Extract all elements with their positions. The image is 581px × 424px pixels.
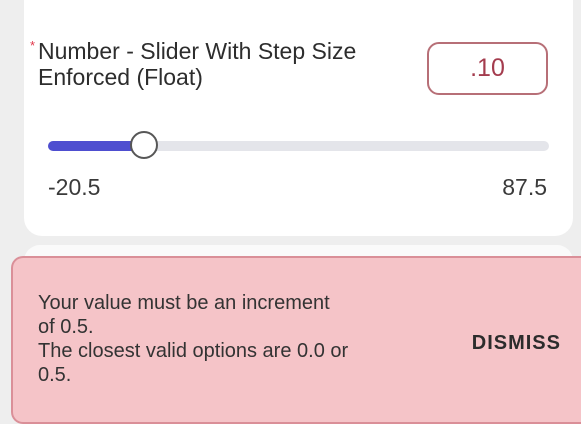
snackbar-message-line: 0.5. xyxy=(38,364,72,386)
field-label: Number - Slider With Step Size Enforced … xyxy=(38,38,357,90)
slider-value-text: .10 xyxy=(470,54,505,82)
snackbar-message: Your value must be an increment of 0.5. … xyxy=(38,291,430,387)
error-snackbar: Your value must be an increment of 0.5. … xyxy=(11,256,581,424)
slider-value-input[interactable]: .10 xyxy=(427,42,548,95)
field-label-wrapper: * Number - Slider With Step Size Enforce… xyxy=(30,38,383,90)
snackbar-message-line: of 0.5. xyxy=(38,316,94,338)
slider-field-card: * Number - Slider With Step Size Enforce… xyxy=(24,0,573,236)
slider-thumb[interactable] xyxy=(129,131,158,159)
snackbar-message-line: Your value must be an increment xyxy=(38,292,330,314)
dismiss-button[interactable]: DISMISS xyxy=(472,332,561,355)
slider-max-label: 87.5 xyxy=(502,174,547,200)
snackbar-message-line: The closest valid options are 0.0 or xyxy=(38,340,349,362)
slider-min-label: -20.5 xyxy=(48,174,101,200)
slider-track[interactable] xyxy=(48,131,549,159)
required-marker: * xyxy=(30,38,36,53)
